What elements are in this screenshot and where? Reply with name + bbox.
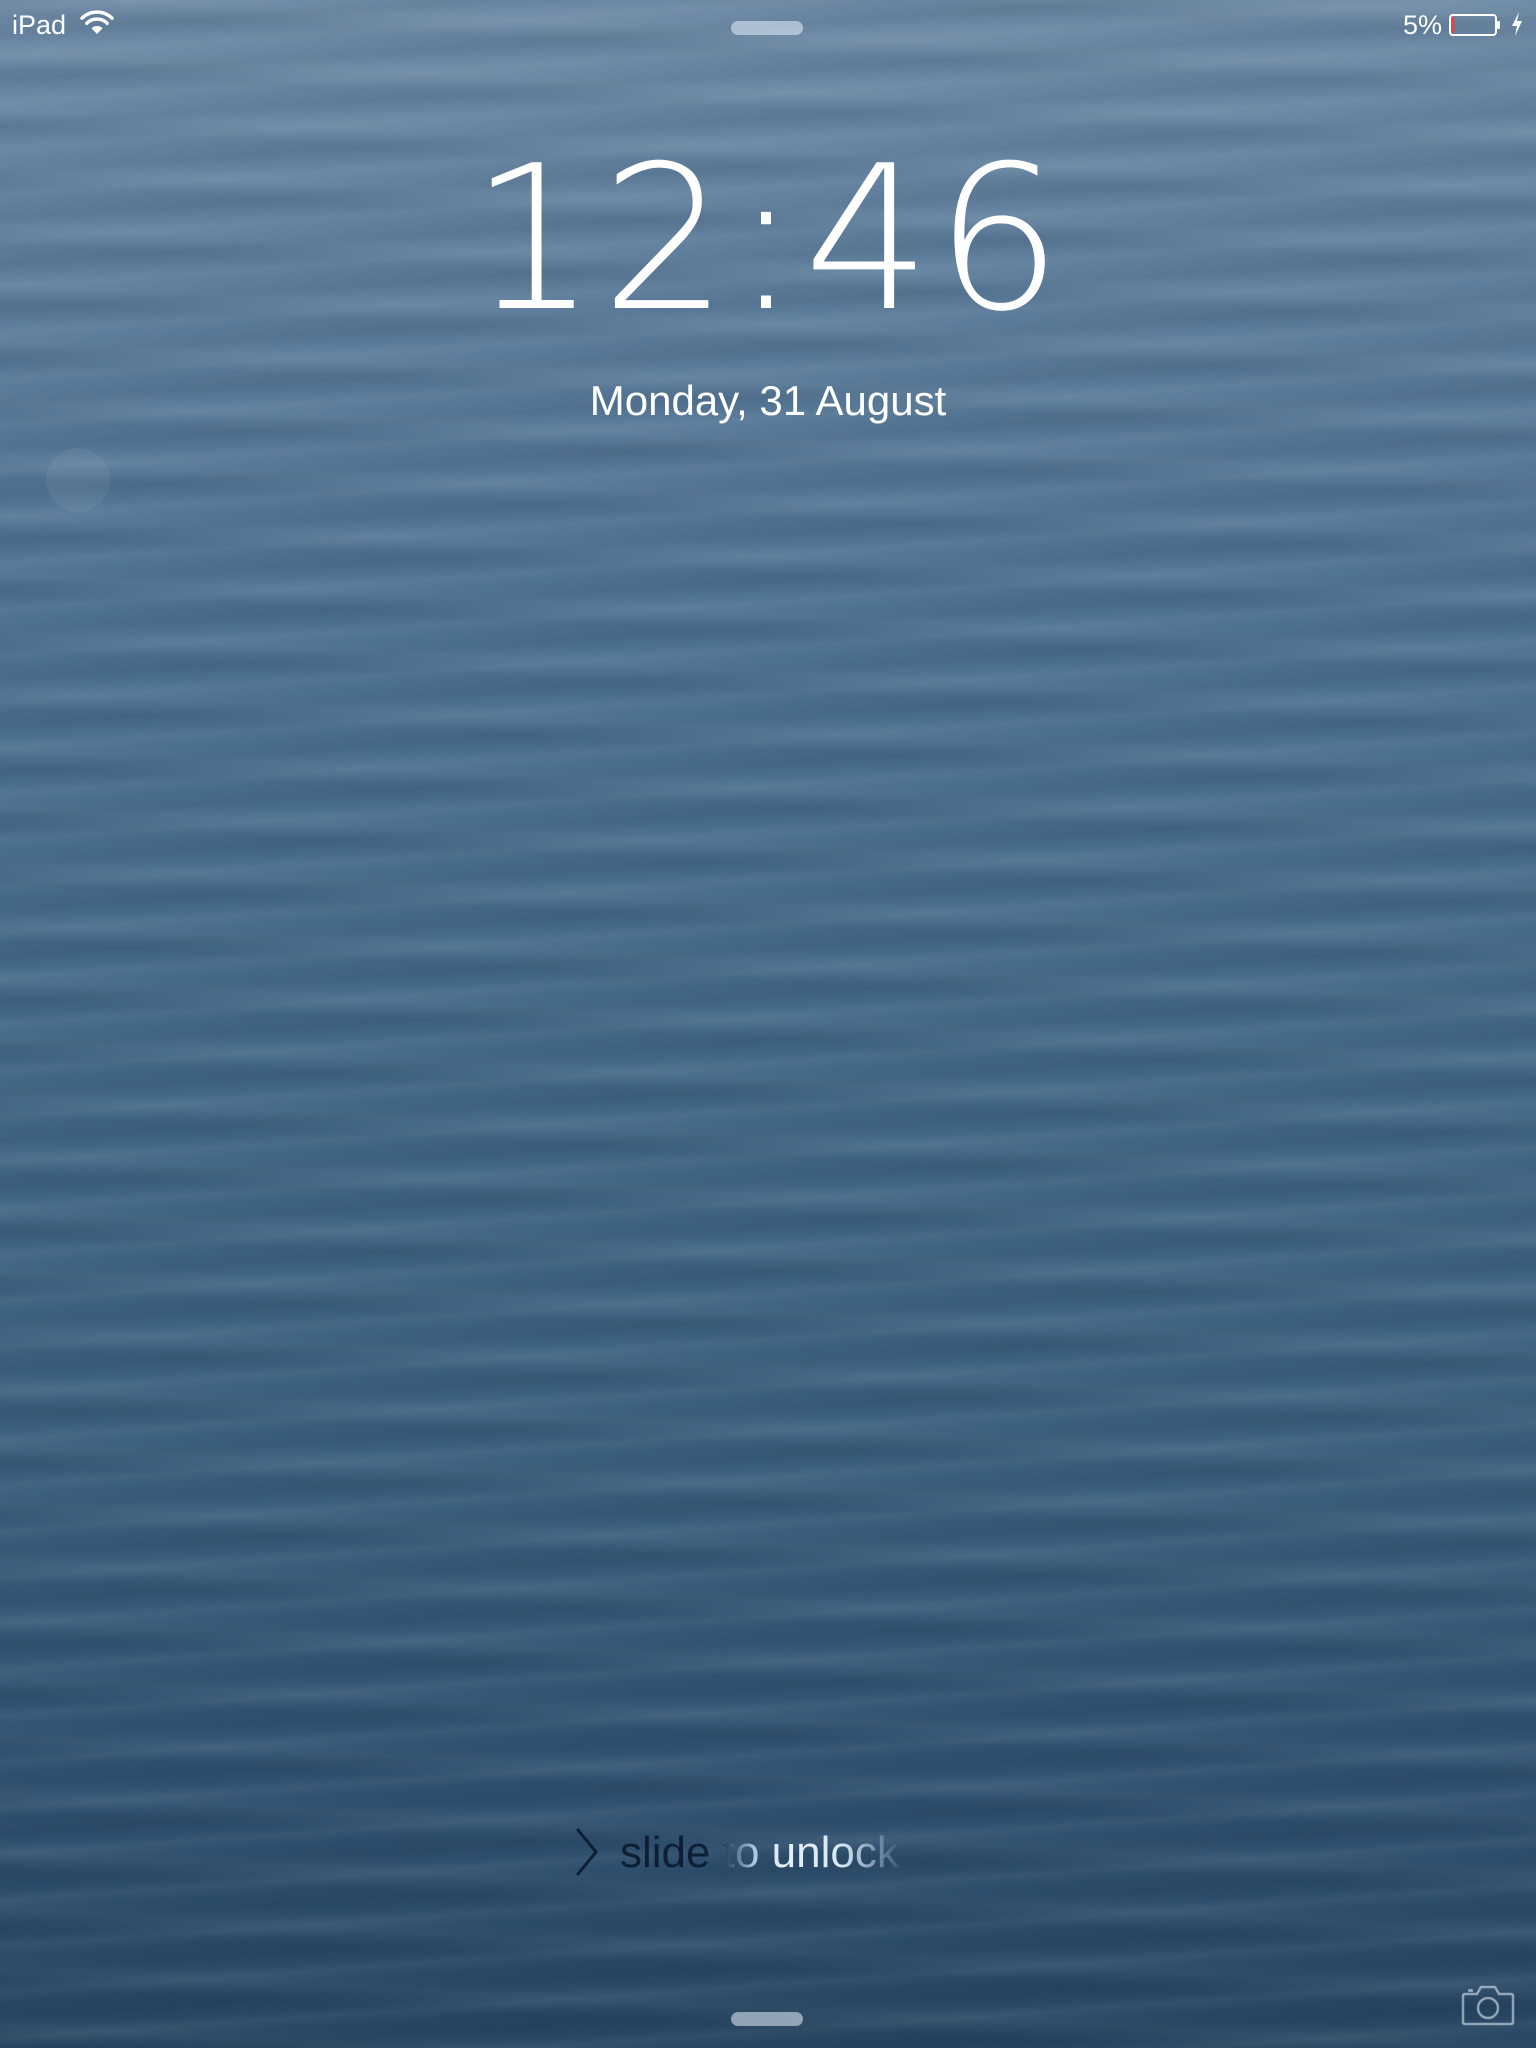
camera-icon[interactable] (1461, 1984, 1515, 2026)
lock-screen-clock: 12:46 (469, 123, 1067, 356)
lock-screen-date: Monday, 31 August (589, 377, 947, 424)
assistive-touch-bubble (46, 448, 110, 512)
wifi-icon (80, 10, 114, 34)
slide-to-unlock[interactable]: slide to unlock (570, 1820, 990, 1886)
control-center-grabber[interactable] (731, 2012, 803, 2026)
chevron-right-icon (576, 1828, 598, 1876)
battery-icon (1449, 14, 1500, 36)
notification-center-grabber[interactable] (731, 21, 803, 35)
slide-to-unlock-label: slide to unlock (620, 1826, 899, 1880)
carrier-label: iPad (12, 10, 67, 40)
battery-percent: 5% (1402, 10, 1442, 40)
charging-bolt-icon (1512, 12, 1522, 36)
